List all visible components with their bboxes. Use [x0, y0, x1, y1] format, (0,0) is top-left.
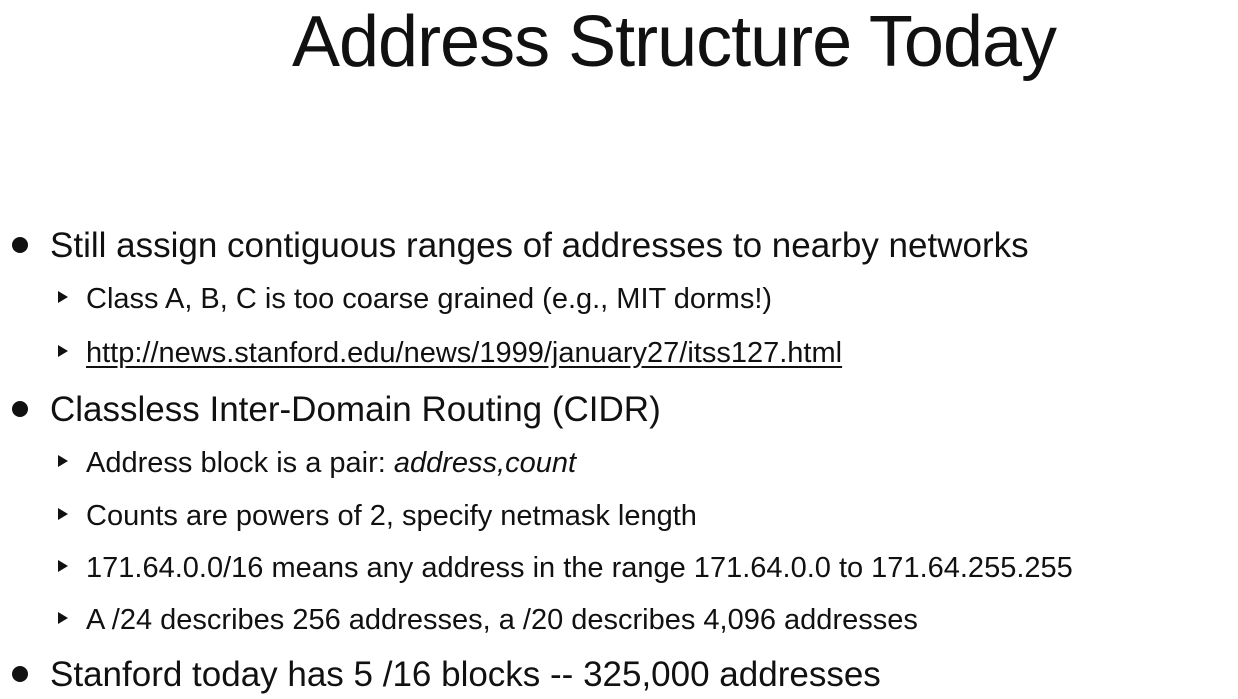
bullet-item: Still assign contiguous ranges of addres…: [12, 224, 1029, 268]
bullet-dot-icon: [12, 665, 28, 682]
bullet-item: Stanford today has 5 /16 blocks -- 325,0…: [12, 653, 881, 697]
sub-bullet-text: 171.64.0.0/16 means any address in the r…: [86, 552, 1073, 584]
slide: Address Structure Today Still assign con…: [0, 0, 1238, 699]
bullet-text: Classless Inter-Domain Routing (CIDR): [50, 390, 661, 429]
sub-bullet-item: http://news.stanford.edu/news/1999/janua…: [58, 334, 842, 372]
sub-bullet-text: Class A, B, C is too coarse grained (e.g…: [86, 283, 773, 315]
triangle-bullet-icon: [58, 612, 68, 625]
triangle-bullet-icon: [58, 560, 68, 573]
triangle-bullet-icon: [58, 455, 68, 468]
bullet-text: Stanford today has 5 /16 blocks -- 325,0…: [50, 655, 881, 694]
sub-bullet-item: Address block is a pair: address,count: [58, 444, 576, 482]
stanford-news-link[interactable]: http://news.stanford.edu/news/1999/janua…: [86, 337, 842, 369]
bullet-item: Classless Inter-Domain Routing (CIDR): [12, 388, 661, 432]
triangle-bullet-icon: [58, 291, 68, 304]
triangle-bullet-icon: [58, 508, 68, 521]
sub-bullet-text: A /24 describes 256 addresses, a /20 des…: [86, 604, 918, 636]
bullet-dot-icon: [12, 400, 28, 417]
bullet-list: Still assign contiguous ranges of addres…: [0, 0, 1238, 699]
sub-bullet-italic-text: address,count: [393, 447, 577, 479]
sub-bullet-text: Counts are powers of 2, specify netmask …: [86, 500, 697, 532]
bullet-text: Still assign contiguous ranges of addres…: [50, 226, 1029, 265]
sub-bullet-item: Class A, B, C is too coarse grained (e.g…: [58, 280, 772, 318]
bullet-dot-icon: [12, 236, 28, 253]
sub-bullet-text: Address block is a pair:: [86, 447, 394, 479]
sub-bullet-item: A /24 describes 256 addresses, a /20 des…: [58, 601, 918, 639]
sub-bullet-item: 171.64.0.0/16 means any address in the r…: [58, 549, 1073, 587]
sub-bullet-item: Counts are powers of 2, specify netmask …: [58, 497, 697, 535]
triangle-bullet-icon: [58, 345, 68, 358]
